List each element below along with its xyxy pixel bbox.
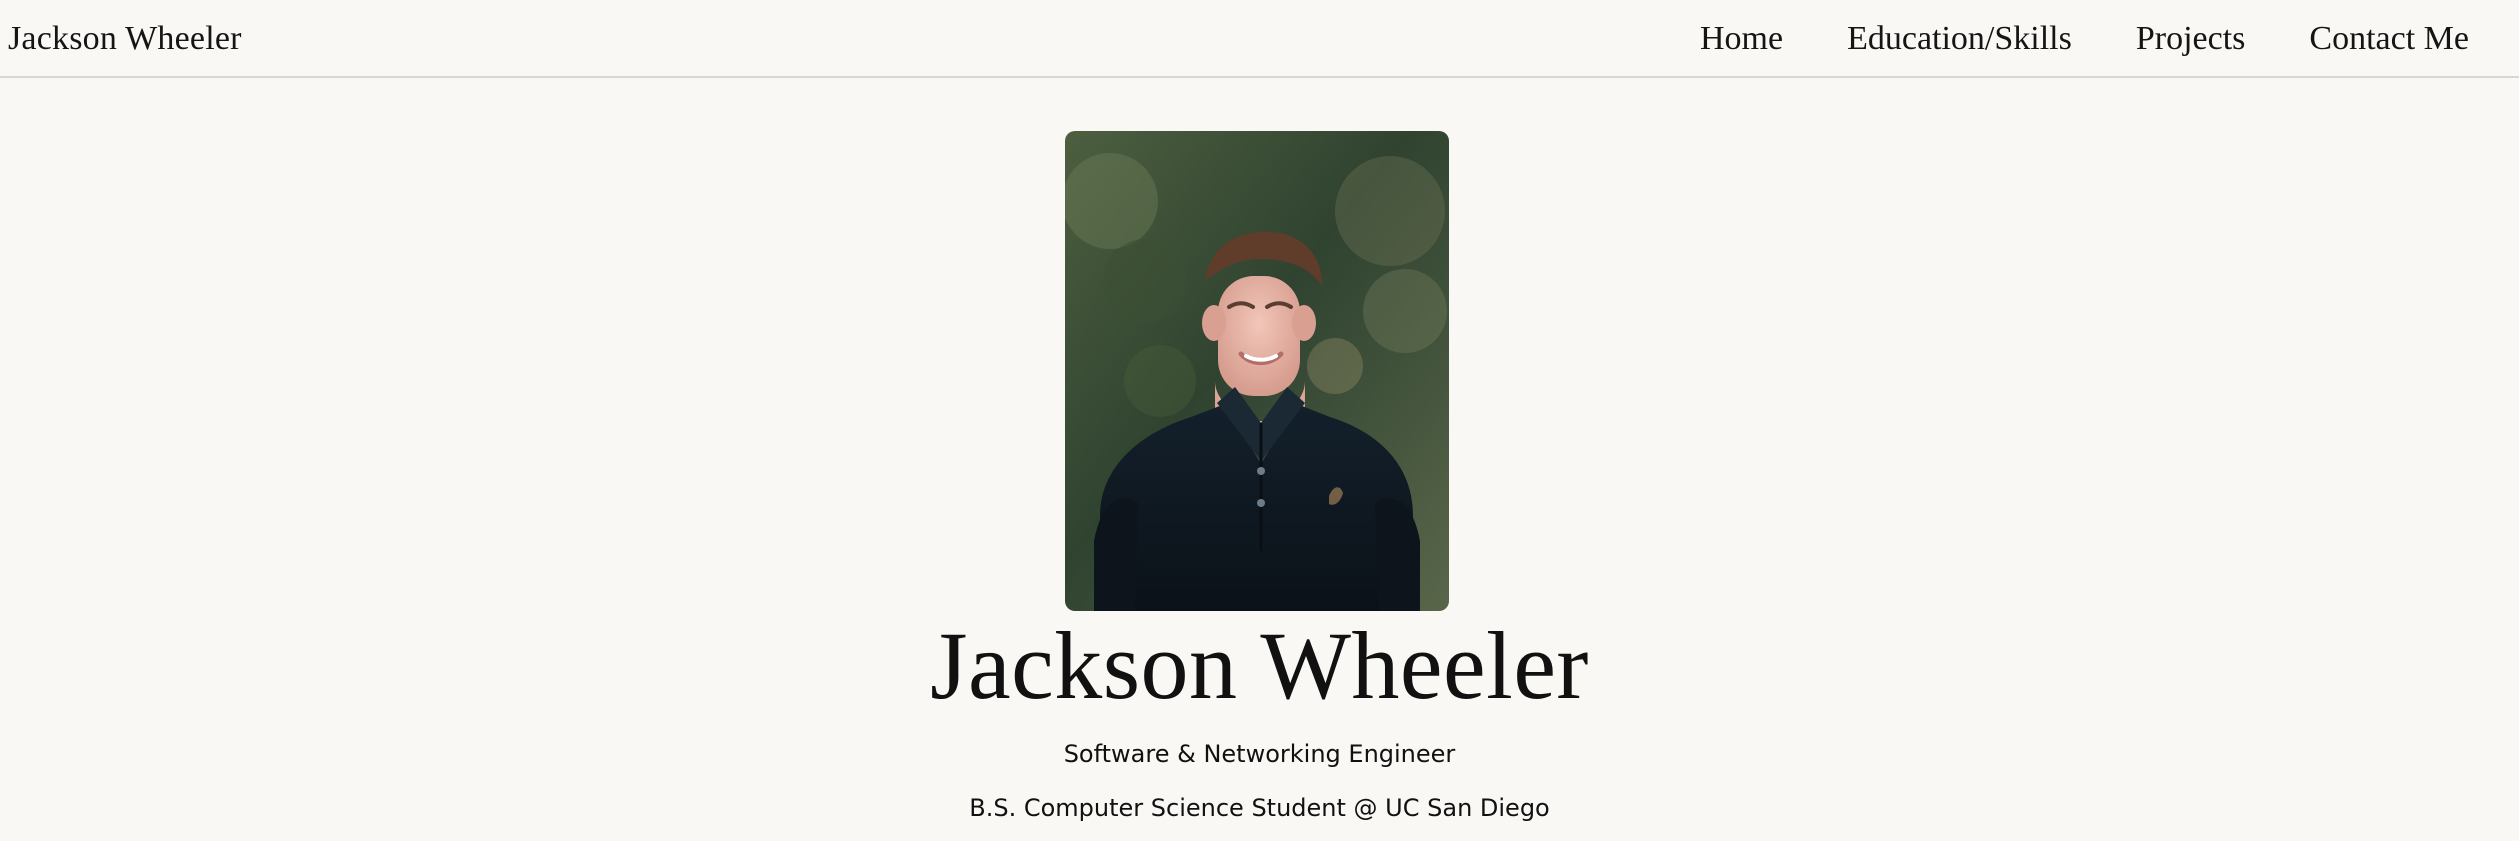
brand-link[interactable]: Jackson Wheeler — [8, 20, 242, 58]
profile-photo — [1065, 131, 1449, 611]
main-nav: Home Education/Skills Projects Contact M… — [1700, 20, 2469, 58]
nav-education-skills-link[interactable]: Education/Skills — [1847, 20, 2072, 58]
nav-projects-link[interactable]: Projects — [2136, 20, 2246, 58]
profile-photo-illustration — [1065, 131, 1449, 611]
nav-home-link[interactable]: Home — [1700, 20, 1783, 58]
hero-school: B.S. Computer Science Student @ UC San D… — [969, 794, 1550, 822]
hero-name: Jackson Wheeler — [930, 612, 1589, 719]
top-navigation-bar: Jackson Wheeler Home Education/Skills Pr… — [0, 0, 2519, 78]
nav-contact-me-link[interactable]: Contact Me — [2309, 20, 2469, 58]
hero-role: Software & Networking Engineer — [1063, 740, 1456, 768]
